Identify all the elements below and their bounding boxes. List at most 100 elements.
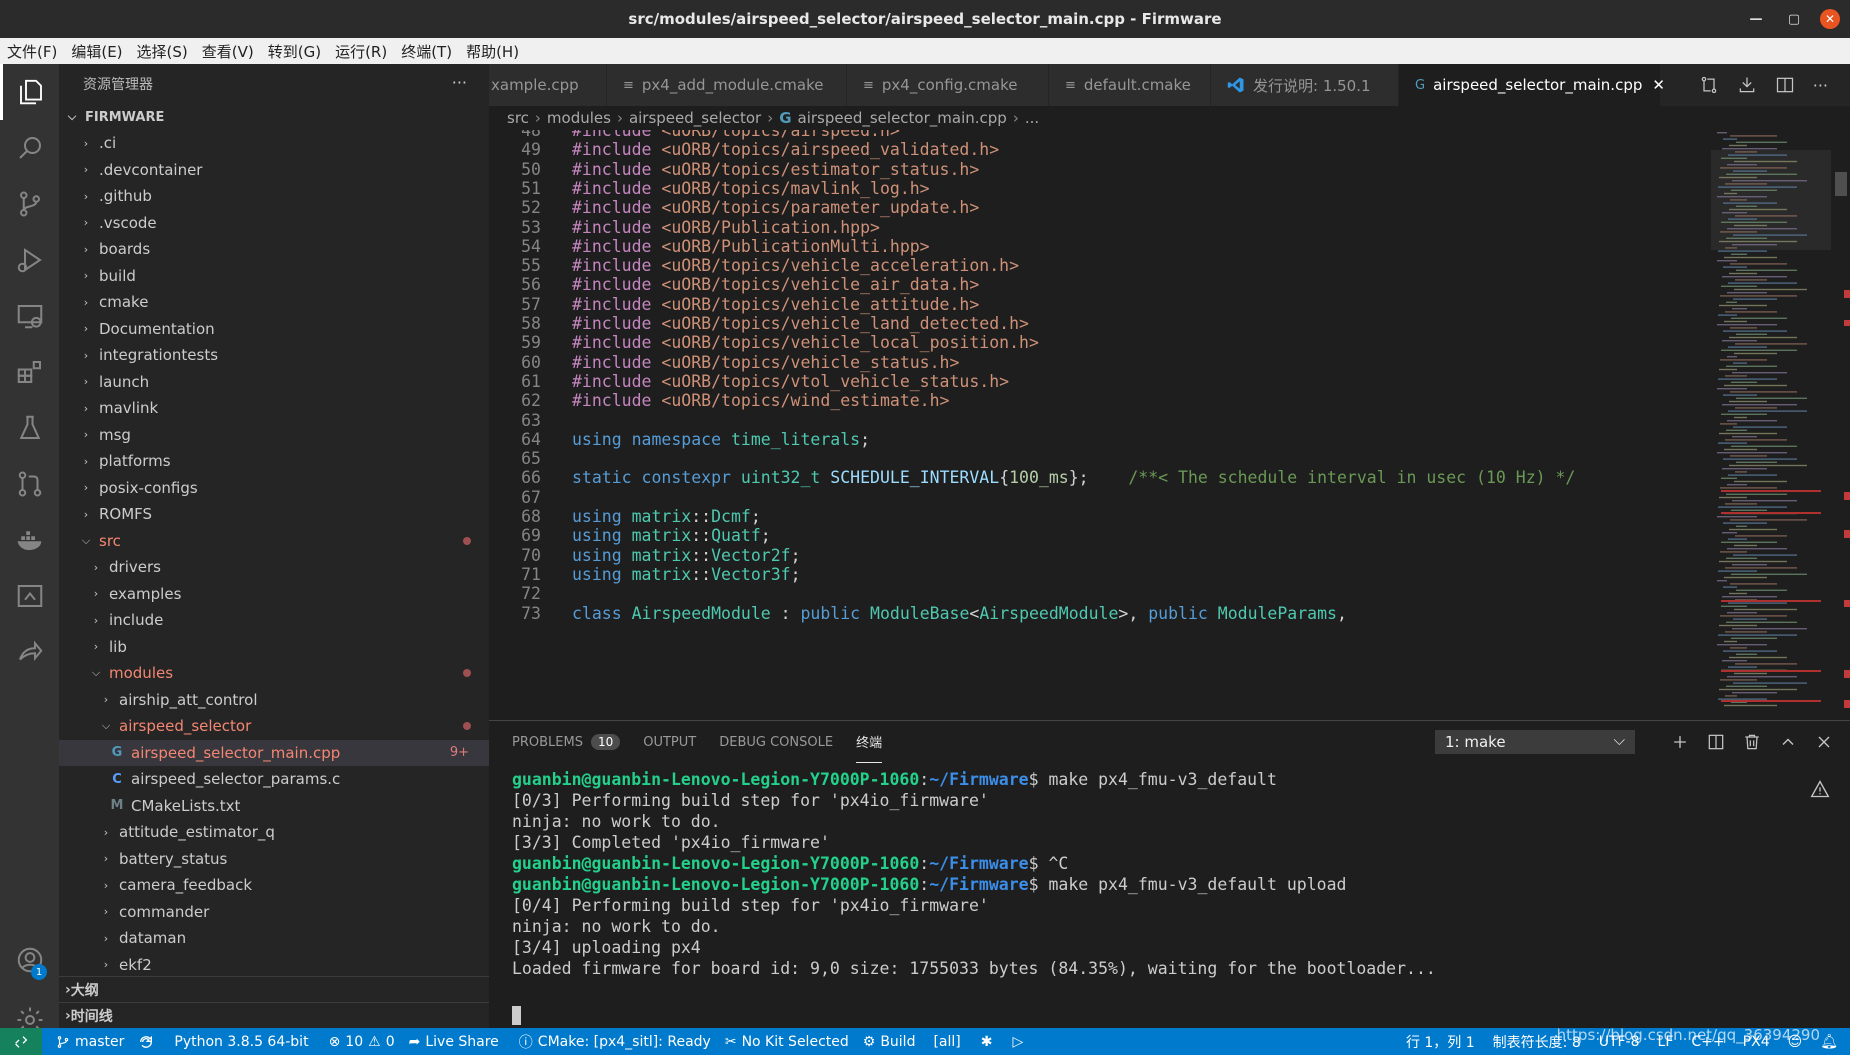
folder-item[interactable]: › boards [59, 236, 489, 262]
outline-section[interactable]: › 大纲 [59, 976, 489, 1003]
more-actions-icon[interactable]: ··· [1813, 76, 1828, 95]
pull-request-icon[interactable] [0, 456, 59, 512]
python-interpreter[interactable]: Python 3.8.5 64-bit [174, 1034, 308, 1050]
tab-airspeed-selector-main[interactable]: G airspeed_selector_main.cpp ✕ [1399, 64, 1665, 106]
folder-item[interactable]: ⌵ modules [59, 660, 489, 686]
folder-item[interactable]: › dataman [59, 925, 489, 951]
menu-selection[interactable]: 选择(S) [130, 41, 195, 62]
menu-help[interactable]: 帮助(H) [459, 41, 526, 62]
folder-item[interactable]: › platforms [59, 448, 489, 474]
terminal-output[interactable]: guanbin@guanbin-Lenovo-Legion-Y7000P-106… [512, 769, 1812, 979]
panel-view-icon[interactable] [0, 568, 59, 624]
timeline-section[interactable]: › 时间线 [59, 1002, 489, 1029]
folder-item[interactable]: › integrationtests [59, 342, 489, 368]
folder-item[interactable]: ⌵ src [59, 528, 489, 554]
menu-view[interactable]: 查看(V) [195, 41, 261, 62]
breadcrumb-item[interactable]: ... [1025, 109, 1039, 127]
tab-example-cpp[interactable]: xample.cpp [489, 64, 607, 106]
search-icon[interactable] [0, 120, 59, 176]
menu-edit[interactable]: 编辑(E) [64, 41, 129, 62]
folder-item[interactable]: › drivers [59, 554, 489, 580]
breadcrumb-item[interactable]: modules [547, 109, 611, 127]
tab-px4-add-module[interactable]: ≡ px4_add_module.cmake [607, 64, 847, 106]
docker-icon[interactable] [0, 512, 59, 568]
more-actions-icon[interactable]: ··· [452, 73, 467, 92]
folder-item[interactable]: › .vscode [59, 210, 489, 236]
trash-icon[interactable] [1742, 732, 1762, 752]
menu-go[interactable]: 转到(G) [261, 41, 328, 62]
folder-root[interactable]: ⌵ FIRMWARE [59, 104, 489, 130]
breadcrumb-item[interactable]: src [507, 109, 529, 127]
source-control-icon[interactable] [0, 176, 59, 232]
close-panel-icon[interactable] [1814, 732, 1834, 752]
file-item[interactable]: M CMakeLists.txt [59, 793, 489, 819]
code-editor[interactable]: 48 #include <uORB/topics/airspeed.h> 49 #in… [489, 130, 1711, 720]
bell-icon[interactable]: 🔔︎ [1820, 1034, 1838, 1050]
menu-terminal[interactable]: 终端(T) [394, 41, 459, 62]
file-item[interactable]: Cairspeed_selector_params.c [59, 766, 489, 792]
folder-item[interactable]: › msg [59, 422, 489, 448]
build-status[interactable]: ⚙ Build [863, 1034, 916, 1050]
live-share-status[interactable]: ➦ Live Share [409, 1034, 499, 1050]
menu-file[interactable]: 文件(F) [0, 41, 64, 62]
tab-output[interactable]: OUTPUT [643, 721, 696, 763]
breadcrumb-item[interactable]: airspeed_selector [629, 109, 761, 127]
folder-item[interactable]: › cmake [59, 289, 489, 315]
folder-item[interactable]: › launch [59, 369, 489, 395]
folder-item[interactable]: › ROMFS [59, 501, 489, 527]
run-debug-icon[interactable] [0, 232, 59, 288]
folder-item[interactable]: › .ci [59, 130, 489, 156]
breadcrumb-item[interactable]: airspeed_selector_main.cpp [798, 109, 1007, 127]
maximize-button[interactable]: ▢ [1782, 7, 1806, 31]
build-target[interactable]: [all] [933, 1034, 960, 1050]
testing-icon[interactable] [0, 400, 59, 456]
tab-default-cmake[interactable]: ≡ default.cmake [1049, 64, 1211, 106]
branch-status[interactable]: master [56, 1034, 124, 1050]
folder-item[interactable]: › build [59, 263, 489, 289]
split-editor-icon[interactable] [1775, 75, 1795, 95]
folder-item[interactable]: › ekf2 [59, 952, 489, 978]
chevron-up-icon[interactable] [1778, 732, 1798, 752]
run-status[interactable]: ▷ [1013, 1034, 1024, 1050]
sync-status[interactable] [138, 1034, 154, 1050]
live-share-icon[interactable] [0, 624, 59, 680]
kit-status[interactable]: ✂ No Kit Selected [725, 1034, 849, 1050]
tab-problems[interactable]: PROBLEMS 10 [512, 721, 621, 763]
folder-item[interactable]: › posix-configs [59, 475, 489, 501]
folder-item[interactable]: › airship_att_control [59, 687, 489, 713]
minimap[interactable] [1711, 130, 1831, 720]
folder-item[interactable]: › battery_status [59, 846, 489, 872]
folder-item[interactable]: › Documentation [59, 316, 489, 342]
tab-debug-console[interactable]: DEBUG CONSOLE [719, 721, 833, 763]
new-terminal-icon[interactable] [1670, 732, 1690, 752]
folder-item[interactable]: › examples [59, 581, 489, 607]
account-icon[interactable]: 1 [0, 932, 59, 988]
extensions-icon[interactable] [0, 344, 59, 400]
compare-changes-icon[interactable] [1699, 75, 1719, 95]
folder-item[interactable]: ⌵ airspeed_selector [59, 713, 489, 739]
explorer-icon[interactable] [0, 64, 59, 120]
split-terminal-icon[interactable] [1706, 732, 1726, 752]
download-icon[interactable] [1737, 75, 1757, 95]
vertical-scrollbar[interactable] [1831, 130, 1850, 720]
tab-px4-config[interactable]: ≡ px4_config.cmake [847, 64, 1049, 106]
remote-indicator-icon[interactable] [0, 1028, 42, 1055]
file-item[interactable]: Gairspeed_selector_main.cpp 9+ [59, 739, 489, 766]
folder-item[interactable]: › camera_feedback [59, 872, 489, 898]
close-tab-icon[interactable]: ✕ [1652, 76, 1665, 94]
folder-item[interactable]: › .github [59, 183, 489, 209]
folder-item[interactable]: › include [59, 607, 489, 633]
problems-status[interactable]: ⊗ 10 ⚠ 0 [329, 1034, 395, 1050]
tab-release-notes[interactable]: 发行说明: 1.50.1 [1211, 64, 1399, 106]
menu-run[interactable]: 运行(R) [328, 41, 394, 62]
cursor-position[interactable]: 行 1，列 1 [1406, 1032, 1475, 1052]
terminal-select[interactable]: 1: make ⌵ [1435, 730, 1635, 754]
minimize-button[interactable]: — [1744, 7, 1768, 31]
close-button[interactable]: ✕ [1820, 9, 1840, 29]
debug-status[interactable]: ✱ [981, 1034, 993, 1050]
folder-item[interactable]: › .devcontainer [59, 157, 489, 183]
remote-explorer-icon[interactable] [0, 288, 59, 344]
folder-item[interactable]: › attitude_estimator_q [59, 819, 489, 845]
tab-terminal[interactable]: 终端 [856, 721, 883, 763]
folder-item[interactable]: › lib [59, 634, 489, 660]
